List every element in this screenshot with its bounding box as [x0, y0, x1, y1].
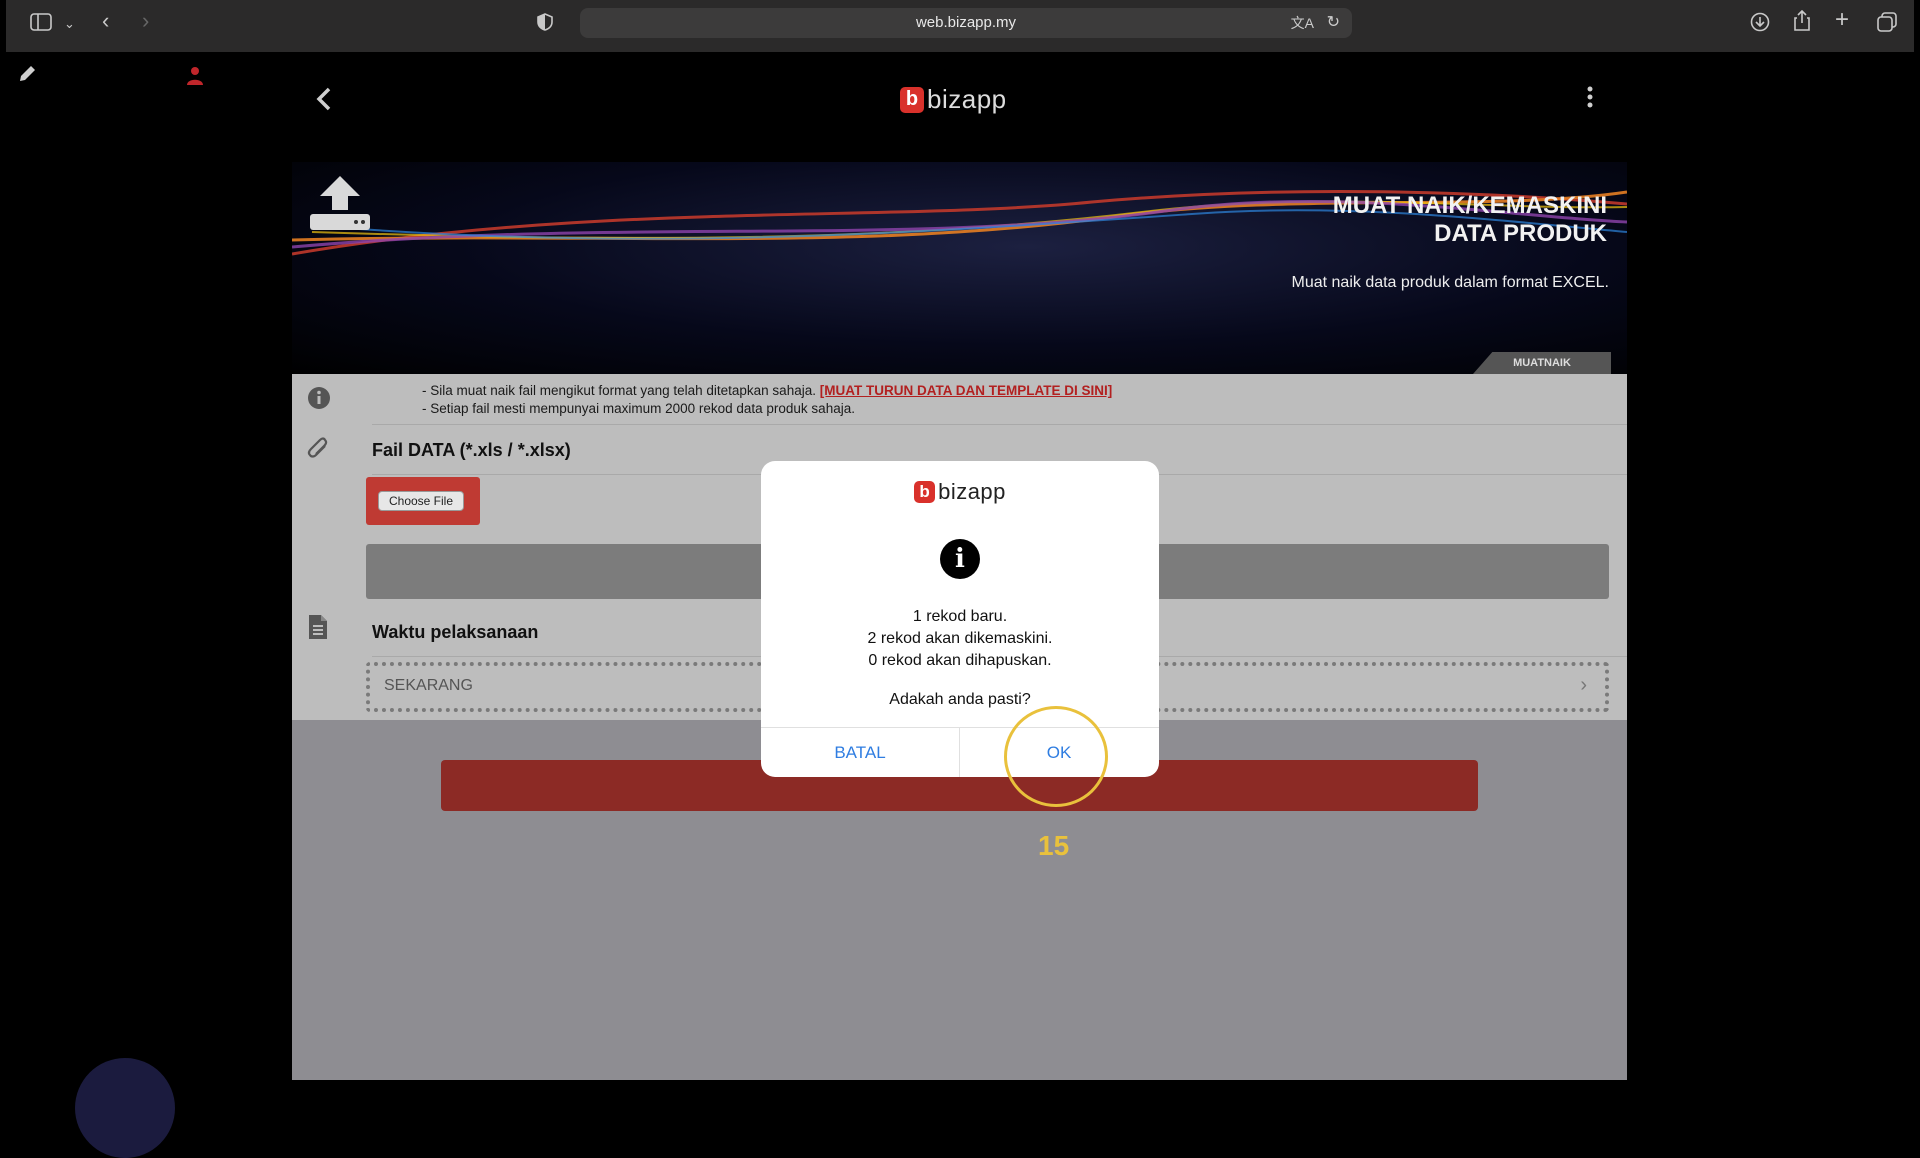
- chevron-right-icon: ›: [1580, 674, 1587, 696]
- address-bar[interactable]: web.bizapp.my 文A ↻: [580, 8, 1352, 38]
- floating-avatar[interactable]: [75, 1058, 175, 1158]
- share-icon[interactable]: [1793, 9, 1811, 36]
- tab-overview-icon[interactable]: [1877, 12, 1897, 36]
- shield-icon[interactable]: [537, 13, 553, 35]
- logo-text: bizapp: [927, 84, 1007, 114]
- click-highlight-circle: [1004, 706, 1108, 807]
- banner-title-line1: MUAT NAIK/KEMASKINI: [1332, 192, 1607, 219]
- dialog-line-update: 2 rekod akan dikemaskini.: [867, 630, 1053, 647]
- info-notes: - Sila muat naik fail mengikut format ya…: [422, 382, 1112, 418]
- dialog-question: Adakah anda pasti?: [889, 691, 1031, 708]
- chevron-down-icon[interactable]: ⌄: [64, 14, 75, 34]
- document-icon: [307, 614, 329, 645]
- page-left-margin: [0, 52, 292, 1080]
- banner-title: MUAT NAIK/KEMASKINI DATA PRODUK: [1333, 192, 1607, 248]
- download-template-link[interactable]: [MUAT TURUN DATA DAN TEMPLATE DI SINI]: [820, 383, 1112, 398]
- info-line2: - Setiap fail mesti mempunyai maximum 20…: [422, 401, 855, 416]
- dialog-logo-text: bizapp: [938, 479, 1006, 504]
- banner-title-line2: DATA PRODUK: [1434, 220, 1607, 247]
- download-icon[interactable]: [1750, 12, 1770, 36]
- reload-icon[interactable]: ↻: [1327, 8, 1340, 38]
- user-icon[interactable]: [186, 66, 204, 91]
- dialog-logo: b bizapp: [761, 479, 1159, 505]
- step-number: 15: [1038, 830, 1070, 861]
- url-text: web.bizapp.my: [915, 14, 1017, 31]
- page-right-margin: [1627, 52, 1920, 1080]
- logo-mark: b: [900, 86, 924, 113]
- back-icon[interactable]: ‹: [102, 10, 109, 32]
- info-icon: i: [940, 539, 980, 579]
- page-banner: MUAT NAIK/KEMASKINI DATA PRODUK Muat nai…: [292, 162, 1627, 374]
- dialog-message: 1 rekod baru. 2 rekod akan dikemaskini. …: [761, 606, 1159, 672]
- dialog-line-new: 1 rekod baru.: [912, 608, 1008, 625]
- translate-icon[interactable]: 文A: [1291, 8, 1314, 38]
- info-line1: - Sila muat naik fail mengikut format ya…: [422, 383, 816, 398]
- execution-time-label: Waktu pelaksanaan: [372, 622, 539, 642]
- banner-subtitle: Muat naik data produk dalam format EXCEL…: [1291, 274, 1610, 291]
- paperclip-icon: [307, 436, 331, 467]
- upload-icon: [308, 172, 372, 241]
- new-tab-icon[interactable]: +: [1835, 8, 1849, 32]
- divider: [372, 424, 1627, 425]
- execution-time-value: SEKARANG: [384, 677, 473, 694]
- sidebar-toggle-icon[interactable]: [30, 13, 52, 35]
- browser-toolbar: ⌄ ‹ › web.bizapp.my 文A ↻ +: [6, 0, 1914, 52]
- back-chevron-icon[interactable]: [316, 86, 332, 117]
- app-logo: b bizapp: [900, 84, 1007, 115]
- forward-icon[interactable]: ›: [142, 10, 149, 32]
- app-header: b bizapp: [292, 52, 1627, 162]
- dialog-logo-mark: b: [914, 481, 936, 503]
- dialog-line-delete: 0 rekod akan dihapuskan.: [868, 652, 1052, 669]
- file-upload-area[interactable]: Choose File: [366, 477, 480, 525]
- pencil-icon[interactable]: [17, 64, 37, 89]
- file-data-label: Fail DATA (*.xls / *.xlsx): [372, 440, 571, 460]
- more-menu-icon[interactable]: [1587, 86, 1593, 113]
- cancel-button[interactable]: BATAL: [761, 728, 959, 777]
- info-circle-icon: [307, 386, 331, 415]
- choose-file-button[interactable]: Choose File: [378, 491, 464, 511]
- tab-muatnaik[interactable]: MUATNAIK: [1473, 352, 1611, 374]
